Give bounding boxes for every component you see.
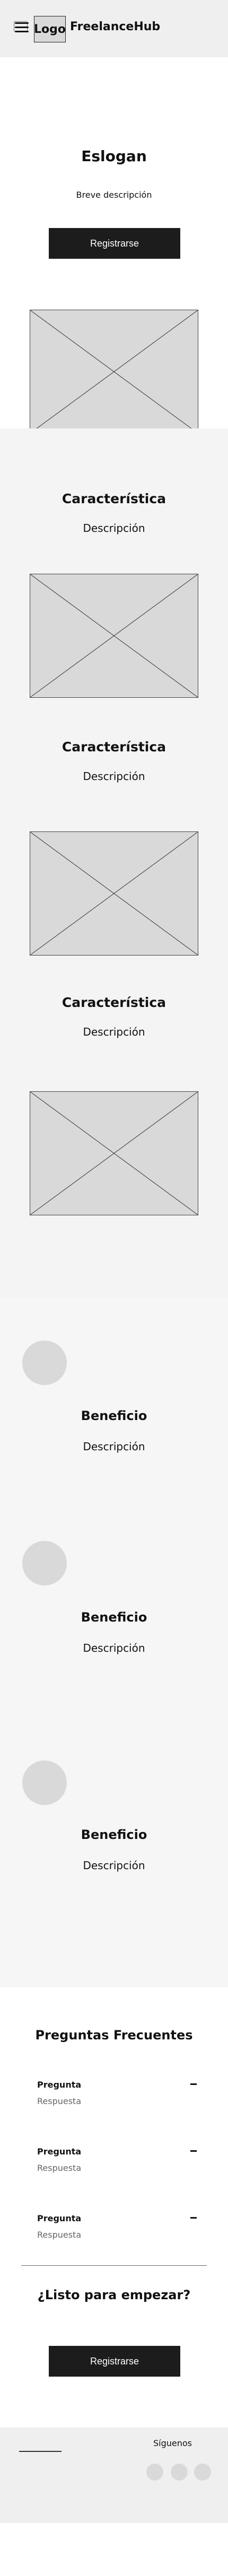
feature-title: Característica [62, 491, 166, 506]
benefit-description: Descripción [83, 1642, 145, 1654]
logo-text: Logo [34, 22, 66, 36]
benefit-description: Descripción [83, 1859, 145, 1872]
cta-title: ¿Listo para empezar? [37, 2288, 191, 2302]
hero-title: Eslogan [81, 147, 147, 165]
hamburger-menu-icon[interactable] [14, 21, 29, 32]
section-divider [21, 2265, 207, 2266]
faq-item[interactable]: Pregunta Respuesta [37, 2146, 197, 2173]
feature-description: Descripción [83, 770, 145, 783]
minus-icon-bar [190, 2150, 197, 2152]
image-placeholder-icon [30, 1092, 198, 1215]
benefit-description: Descripción [83, 1440, 145, 1453]
social-icon[interactable] [194, 2464, 211, 2481]
feature-title: Característica [62, 739, 166, 755]
benefit-avatar [22, 1541, 67, 1585]
minus-icon[interactable] [186, 2213, 201, 2223]
social-icon[interactable] [146, 2464, 163, 2481]
faq-item[interactable]: Pregunta Respuesta [37, 2213, 197, 2240]
faq-answer: Respuesta [37, 2096, 82, 2106]
benefit-title: Beneficio [81, 1610, 147, 1625]
hero-section: Eslogan Breve descripción Registrarse [0, 57, 228, 434]
cta-register-button[interactable]: Registrarse [49, 2346, 180, 2377]
faq-answer: Respuesta [37, 2230, 82, 2240]
features-section: Característica Descripción Característic… [0, 428, 228, 1298]
hero-description: Breve descripción [76, 190, 152, 200]
feature-image-placeholder [30, 831, 198, 956]
hamburger-line [15, 31, 29, 32]
page: Logo FreelanceHub Eslogan Breve descripc… [0, 0, 228, 2523]
benefit-title: Beneficio [81, 1827, 147, 1842]
logo-box: Logo [34, 16, 66, 42]
minus-icon[interactable] [186, 2079, 201, 2090]
faq-and-cta-section: Preguntas Frecuentes Pregunta Respuesta … [0, 1987, 228, 2428]
feature-description: Descripción [83, 522, 145, 535]
hero-image-placeholder [30, 310, 198, 434]
image-placeholder-icon [30, 832, 198, 955]
hamburger-line [15, 22, 29, 24]
benefit-title: Beneficio [81, 1408, 147, 1423]
image-placeholder-icon [30, 574, 198, 697]
minus-icon-bar [190, 2083, 197, 2085]
follow-label: Síguenos [153, 2438, 192, 2448]
feature-image-placeholder [30, 574, 198, 698]
social-icon[interactable] [171, 2464, 188, 2481]
benefit-avatar [22, 1340, 67, 1385]
faq-question: Pregunta [37, 2080, 82, 2090]
image-placeholder-icon [30, 310, 198, 433]
feature-description: Descripción [83, 1026, 145, 1038]
feature-image-placeholder [30, 1091, 198, 1215]
benefit-avatar [22, 1760, 67, 1805]
benefits-section: Beneficio Descripción Beneficio Descripc… [0, 1298, 228, 1987]
feature-title: Característica [62, 995, 166, 1010]
faq-question: Pregunta [37, 2146, 82, 2157]
faq-item[interactable]: Pregunta Respuesta [37, 2080, 197, 2106]
footer: Síguenos [0, 2428, 228, 2523]
top-header: Logo FreelanceHub [0, 0, 228, 57]
minus-icon[interactable] [186, 2146, 201, 2157]
hamburger-line [15, 27, 29, 28]
faq-question: Pregunta [37, 2213, 82, 2223]
footer-divider-line [19, 2451, 62, 2452]
brand-name: FreelanceHub [70, 20, 161, 33]
faq-answer: Respuesta [37, 2163, 82, 2173]
hero-register-button[interactable]: Registrarse [49, 228, 180, 259]
faq-title: Preguntas Frecuentes [35, 2028, 193, 2043]
minus-icon-bar [190, 2217, 197, 2219]
